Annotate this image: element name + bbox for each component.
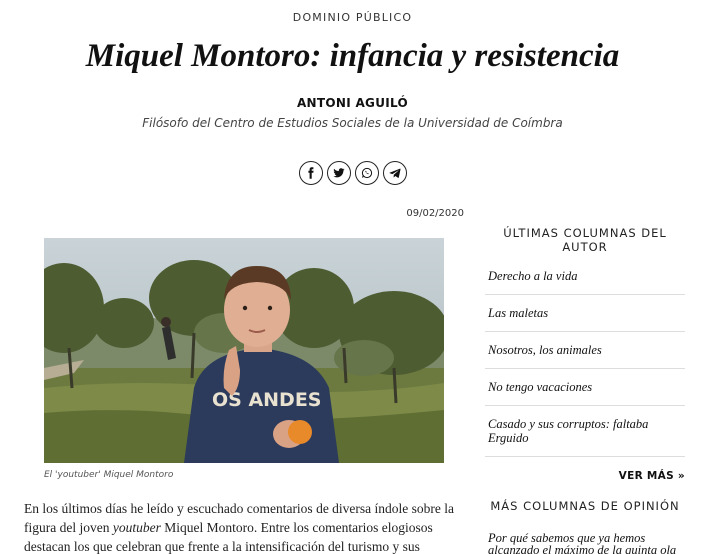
share-buttons: [0, 161, 705, 185]
twitter-icon: [332, 168, 344, 178]
body-line: destacan los que celebran que frente a l…: [24, 539, 420, 554]
share-twitter-button[interactable]: [326, 161, 351, 185]
share-facebook-button[interactable]: [298, 161, 323, 185]
author-columns-sidebar: ÚLTIMAS COLUMNAS DEL AUTOR Derecho a la …: [485, 226, 685, 482]
body-line: figura del joven youtuber Miquel Montoro…: [24, 518, 464, 537]
author-column-link[interactable]: Nosotros, los animales: [485, 332, 685, 369]
article-photo[interactable]: OS ANDES: [44, 238, 444, 463]
telegram-icon: [389, 168, 401, 178]
author-columns-heading: ÚLTIMAS COLUMNAS DEL AUTOR: [503, 226, 667, 254]
article-body: En los últimos días he leído y escuchado…: [24, 499, 464, 554]
author-column-link[interactable]: No tengo vacaciones: [485, 369, 685, 406]
body-text-span: figura del joven: [24, 520, 113, 535]
publish-date: 09/02/2020: [406, 208, 464, 219]
article-title: Miquel Montoro: infancia y resistencia: [85, 38, 620, 74]
photo-caption: El 'youtuber' Miquel Montoro: [44, 470, 174, 480]
author-column-link[interactable]: Derecho a la vida: [485, 269, 685, 295]
share-telegram-button[interactable]: [382, 161, 407, 185]
body-text-span: Miquel Montoro. Entre los comentarios el…: [160, 520, 433, 535]
see-more-link[interactable]: VER MÁS »: [485, 470, 685, 482]
author-column-link[interactable]: Casado y sus corruptos: faltaba Erguido: [485, 406, 685, 457]
facebook-icon: [307, 167, 314, 179]
author-columns-list: Derecho a la vida Las maletas Nosotros, …: [485, 269, 685, 457]
opinion-column-link[interactable]: Por qué sabemos que ya hemos alcanzado e…: [488, 532, 685, 554]
photo-boy-in-orchard: OS ANDES: [44, 238, 444, 463]
share-whatsapp-button[interactable]: [354, 161, 379, 185]
author-column-link[interactable]: Las maletas: [485, 295, 685, 332]
body-text-em: youtuber: [112, 520, 161, 535]
body-line: En los últimos días he leído y escuchado…: [24, 501, 455, 516]
author-name[interactable]: ANTONI AGUILÓ: [0, 96, 705, 110]
author-role: Filósofo del Centro de Estudios Sociales…: [142, 116, 563, 130]
whatsapp-icon: [361, 167, 372, 179]
more-opinion-heading: MÁS COLUMNAS DE OPINIÓN: [490, 499, 680, 513]
section-label[interactable]: DOMINIO PÚBLICO: [0, 11, 705, 24]
